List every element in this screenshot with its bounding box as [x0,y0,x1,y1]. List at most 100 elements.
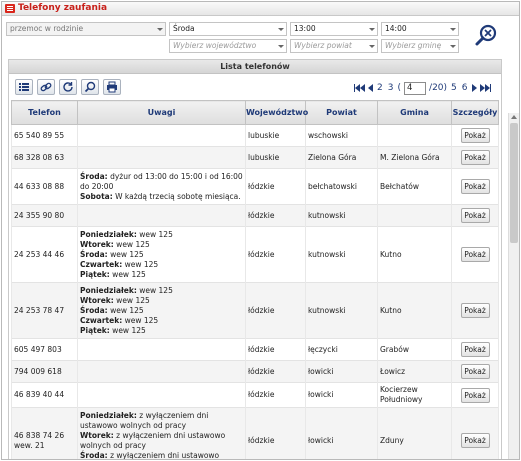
column-header-voivodeship[interactable]: Województwo [245,100,308,125]
page-link-6[interactable]: 6 [461,83,469,93]
details-cell: Pokaż [451,168,499,205]
time-from-select[interactable]: 13:00 [290,22,378,36]
commune-placeholder: Wybierz gminę [385,41,442,50]
notes-cell [77,204,246,227]
note-day-label: Poniedziałek: [80,230,137,239]
page-link-3[interactable]: 3 [387,83,395,93]
chevron-down-icon [276,24,285,34]
pager-open-paren: ( [397,83,402,93]
voivodeship-cell: łódzkie [245,338,306,361]
search-button[interactable] [474,24,498,48]
scroll-thumb[interactable] [510,123,518,243]
note-text: wew 125 [122,316,159,325]
note-day-label: Czwartek: [80,316,123,325]
notes-cell [77,360,246,383]
scroll-up-icon[interactable] [511,115,517,119]
voivodeship-cell: lubuskie [245,124,306,147]
print-button[interactable] [103,79,121,95]
column-header-phone[interactable]: Telefon [11,100,78,125]
county-select[interactable]: Wybierz powiat [290,39,378,53]
window-title: Telefony zaufania [18,3,108,13]
phone-cell: 794 009 618 [11,360,78,383]
next-page-icon[interactable] [471,84,477,92]
commune-cell: Łowicz [377,360,452,383]
link-button[interactable] [37,79,55,95]
window-titlebar: Telefony zaufania [2,2,519,16]
note-day-label: Środa: [80,172,108,181]
printer-icon [107,81,117,93]
first-page-button[interactable] [353,84,366,92]
table-row: 794 009 618 łódzkie łowicki Łowicz Pokaż [11,360,499,383]
note-line: Piątek: wew 125 [80,270,243,280]
show-details-button[interactable]: Pokaż [460,179,490,194]
chevron-down-icon [448,41,457,51]
note-line: Wtorek: z wyłączeniem dni ustawowo wolny… [80,431,243,451]
show-details-button[interactable]: Pokaż [460,303,490,318]
voivodeship-select[interactable]: Wybierz województwo [169,39,287,53]
note-day-label: Piątek: [80,326,110,335]
category-value: przemoc w rodzinie [10,24,84,33]
show-details-button[interactable]: Pokaż [460,150,490,165]
details-cell: Pokaż [451,124,499,147]
list-view-button[interactable] [15,79,33,95]
note-text: wew 125 [113,296,150,305]
day-select[interactable]: Środa [169,22,287,36]
page-link-2[interactable]: 2 [376,83,384,93]
column-header-notes[interactable]: Uwagi [77,100,246,125]
note-line: Wtorek: wew 125 [80,240,243,250]
refresh-button[interactable] [59,79,77,95]
chevron-down-icon [276,41,285,51]
show-details-button[interactable]: Pokaż [460,433,490,448]
show-details-button[interactable]: Pokaż [460,387,490,403]
table-row: 65 540 89 55 lubuskie wschowski Pokaż [11,124,499,147]
time-to-select[interactable]: 14:00 [381,22,459,36]
magnifier-icon [84,81,96,93]
notes-cell [77,338,246,361]
column-header-county[interactable]: Powiat [305,100,378,125]
phone-list-panel: Lista telefonów 2 3 (4 /20) 5 6 Telefon… [8,59,502,459]
note-line: Poniedziałek: wew 125 [80,230,243,240]
note-line: Piątek: wew 125 [80,326,243,336]
chevron-down-icon [367,24,376,34]
voivodeship-cell: łódzkie [245,407,306,459]
commune-cell: Zduny [377,407,452,459]
phone-cell: 46 838 74 26 wew. 21 [11,407,78,459]
current-page-input[interactable]: 4 [404,81,427,95]
last-page-button[interactable] [479,84,491,92]
link-icon [40,82,52,92]
notes-cell [77,124,246,147]
note-day-label: Środa: [80,250,108,259]
commune-select[interactable]: Wybierz gminę [381,39,459,53]
note-day-label: Wtorek: [80,240,114,249]
chevron-down-icon [448,24,457,34]
column-header-commune[interactable]: Gmina [377,100,452,125]
notes-cell [77,382,246,408]
county-cell: bełchatowski [305,168,378,205]
note-text: wew 125 [107,250,144,259]
details-cell: Pokaż [451,407,499,459]
search-toolbar-button[interactable] [81,79,99,95]
county-cell: kutnowski [305,282,378,339]
show-details-button[interactable]: Pokaż [460,208,490,223]
show-details-button[interactable]: Pokaż [460,364,490,379]
note-text: W każdą trzecią sobotę miesiąca. [112,192,241,201]
county-placeholder: Wybierz powiat [294,41,352,50]
page-link-5[interactable]: 5 [450,83,458,93]
show-details-button[interactable]: Pokaż [460,342,490,357]
voivodeship-placeholder: Wybierz województwo [173,41,257,50]
note-text: wew 125 [122,260,159,269]
note-text: wew 125 [136,286,173,295]
vertical-scrollbar[interactable] [508,113,519,459]
show-details-button[interactable]: Pokaż [460,247,490,262]
note-line: Wtorek: wew 125 [80,296,243,306]
panel-title: Lista telefonów [9,60,501,74]
category-select[interactable]: przemoc w rodzinie [6,22,166,36]
details-cell: Pokaż [451,360,499,383]
note-line: Poniedziałek: z wyłączeniem dni ustawowo… [80,411,243,431]
note-text: wew 125 [113,240,150,249]
note-line: Środa: wew 125 [80,250,243,260]
show-details-button[interactable]: Pokaż [460,128,490,143]
notes-cell [77,146,246,169]
prev-page-icon[interactable] [368,84,374,92]
phone-table: Telefon Uwagi Województwo Powiat Gmina S… [11,100,499,459]
